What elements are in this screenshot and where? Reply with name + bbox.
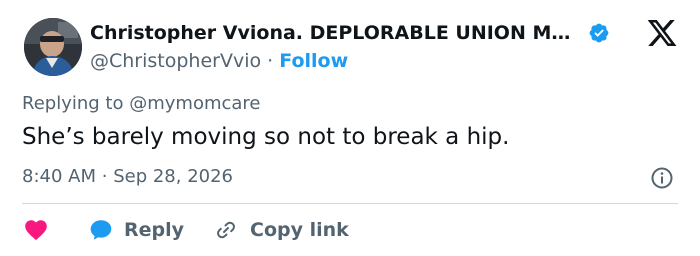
verified-badge-icon: [589, 23, 609, 43]
tweet-timestamp[interactable]: 8:40 AM · Sep 28, 2026: [22, 166, 233, 187]
handle-separator: ·: [267, 50, 274, 72]
reply-bubble-icon: [90, 220, 112, 240]
link-icon: [217, 221, 235, 239]
divider: [22, 203, 678, 204]
tweet-date: Sep 28, 2026: [113, 166, 234, 187]
reply-label: Reply: [124, 219, 185, 241]
copy-link-label: Copy link: [250, 219, 349, 241]
follow-button[interactable]: Follow: [279, 50, 348, 72]
embedded-tweet-card: Christopher Vviona. DEPLORABLE UNION MEM…: [0, 0, 700, 256]
handle[interactable]: @ChristopherVvio: [90, 50, 261, 72]
like-button[interactable]: [22, 216, 50, 244]
name-row: Christopher Vviona. DEPLORABLE UNION MEM…: [90, 20, 610, 46]
display-name[interactable]: Christopher Vviona. DEPLORABLE UNION MEM…: [90, 22, 580, 44]
avatar-photo: [24, 18, 82, 76]
handle-row: @ChristopherVvio · Follow: [90, 48, 610, 74]
tweet-time: 8:40 AM: [22, 166, 96, 187]
heart-icon: [25, 220, 47, 241]
replying-to-handle[interactable]: @mymomcare: [129, 93, 260, 114]
replying-to-prefix: Replying to: [22, 93, 124, 114]
x-logo-icon[interactable]: [646, 17, 678, 49]
info-icon[interactable]: [650, 166, 674, 190]
author-block: Christopher Vviona. DEPLORABLE UNION MEM…: [90, 20, 610, 74]
reply-button[interactable]: Reply: [88, 217, 184, 243]
avatar[interactable]: [24, 18, 82, 76]
copy-link-button[interactable]: Copy link: [214, 218, 349, 242]
replying-to: Replying to @mymomcare: [22, 93, 261, 114]
action-bar: Reply Copy link: [22, 214, 349, 246]
meta-separator: ·: [101, 166, 108, 187]
tweet-text: She’s barely moving so not to break a hi…: [22, 124, 510, 150]
